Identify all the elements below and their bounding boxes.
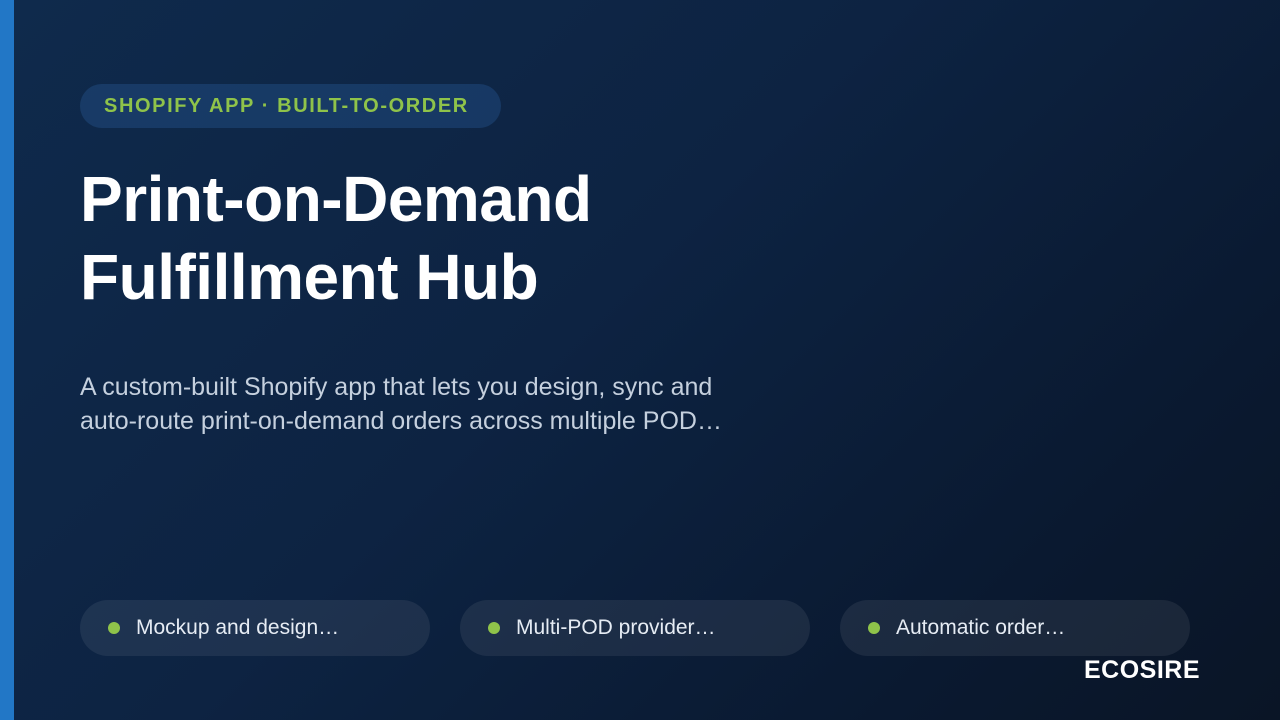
feature-pill-automatic-order: Automatic order…: [840, 600, 1190, 656]
description-line-2: auto-route print-on-demand orders across…: [80, 407, 722, 435]
bullet-dot-icon: [488, 622, 500, 634]
accent-bar: [0, 0, 14, 720]
feature-pill-mockup: Mockup and design…: [80, 600, 430, 656]
feature-label: Automatic order…: [896, 616, 1066, 639]
title-line-2: Fulfillment Hub: [80, 241, 539, 313]
description: A custom-built Shopify app that lets you…: [80, 370, 840, 438]
title-line-1: Print-on-Demand: [80, 163, 592, 235]
feature-label: Multi-POD provider…: [516, 616, 716, 639]
category-badge: SHOPIFY APP · BUILT-TO-ORDER: [80, 84, 501, 128]
feature-label: Mockup and design…: [136, 616, 340, 639]
feature-pill-multi-pod: Multi-POD provider…: [460, 600, 810, 656]
bullet-dot-icon: [868, 622, 880, 634]
bullet-dot-icon: [108, 622, 120, 634]
page-title: Print-on-Demand Fulfillment Hub: [80, 160, 592, 316]
brand-logo: ECOSIRE: [1083, 656, 1200, 684]
description-line-1: A custom-built Shopify app that lets you…: [80, 373, 713, 401]
